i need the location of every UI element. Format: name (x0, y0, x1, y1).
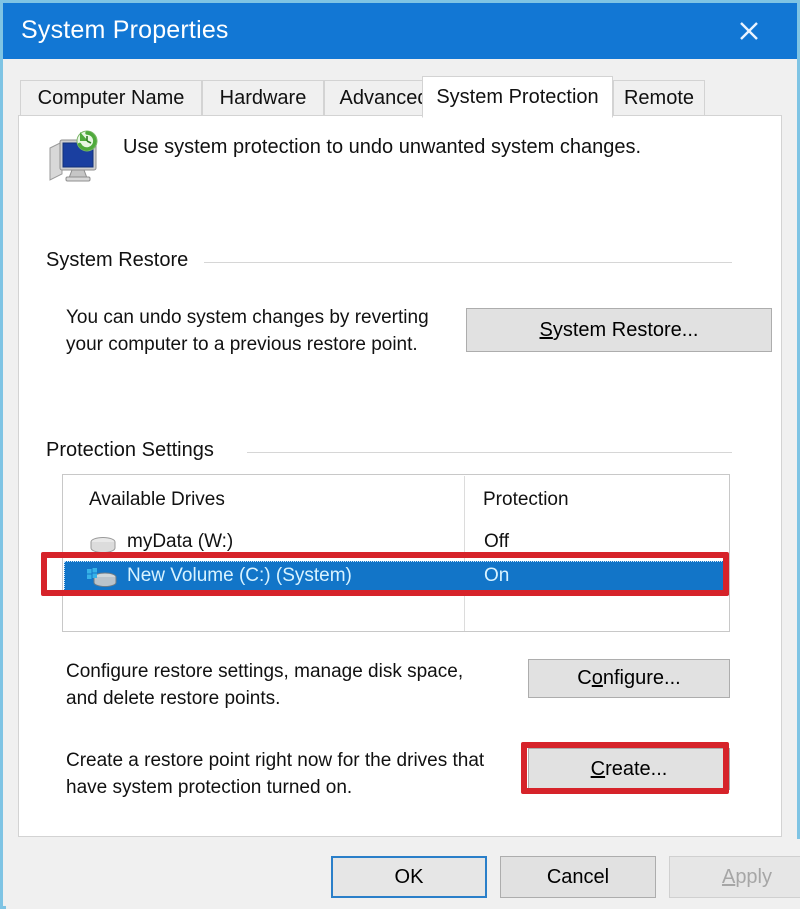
configure-description-line2: and delete restore points. (66, 688, 281, 709)
window-title: System Properties (21, 16, 229, 44)
create-button-label-rest: reate... (605, 757, 668, 780)
panel-description: Use system protection to undo unwanted s… (123, 136, 642, 158)
tab-system-protection[interactable]: System Protection (422, 76, 613, 118)
table-row-selected[interactable]: New Volume (C:) (System) On (64, 561, 729, 595)
drive-protection-status: On (484, 565, 510, 586)
drive-name: myData (W:) (127, 531, 234, 552)
group-label-protection-settings: Protection Settings (46, 439, 224, 462)
title-bar: System Properties (3, 3, 797, 59)
dialog-footer: OK Cancel Apply (6, 839, 800, 909)
configure-button-label-start: C (577, 667, 592, 689)
group-rule-protection-settings (247, 452, 732, 453)
drive-protection-status: Off (484, 531, 509, 552)
available-drives-list[interactable]: Available Drives Protection myData (W:) … (62, 474, 730, 632)
system-restore-description-line1: You can undo system changes by reverting (66, 307, 429, 328)
create-accesskey: C (590, 757, 606, 780)
configure-description-line1: Configure restore settings, manage disk … (66, 661, 464, 682)
system-restore-button[interactable]: System Restore... (466, 308, 772, 352)
cancel-button[interactable]: Cancel (500, 856, 656, 898)
column-header-protection: Protection (483, 489, 569, 510)
system-properties-dialog: System Properties Computer Name Hardware… (0, 0, 800, 909)
system-restore-description-line2: your computer to a previous restore poin… (66, 334, 418, 355)
configure-button[interactable]: Configure... (528, 659, 730, 698)
column-header-available-drives: Available Drives (89, 489, 225, 510)
tab-strip: Computer Name Hardware Advanced System P… (18, 76, 782, 118)
system-restore-button-label-rest: ystem Restore... (552, 318, 699, 341)
system-protection-icon (44, 128, 104, 186)
apply-accesskey: A (721, 865, 736, 888)
configure-button-label-rest: nfigure... (602, 667, 681, 689)
group-rule-system-restore (204, 262, 732, 263)
table-row[interactable]: myData (W:) Off (64, 527, 729, 561)
drive-name: New Volume (C:) (System) (127, 565, 352, 586)
group-label-system-restore: System Restore (46, 249, 199, 272)
apply-button-label-rest: pply (735, 865, 773, 888)
create-button[interactable]: Create... (528, 748, 730, 790)
drive-icon (86, 533, 120, 557)
system-drive-icon (86, 567, 120, 591)
apply-button: Apply (669, 856, 800, 898)
ok-button[interactable]: OK (331, 856, 487, 898)
system-restore-accesskey: S (539, 318, 553, 341)
configure-accesskey: o (591, 667, 603, 689)
tab-hardware[interactable]: Hardware (202, 80, 324, 116)
tab-computer-name[interactable]: Computer Name (20, 80, 202, 116)
tab-remote[interactable]: Remote (613, 80, 705, 116)
tab-content-panel: Use system protection to undo unwanted s… (18, 115, 782, 837)
close-icon[interactable] (729, 11, 769, 51)
create-description-line2: have system protection turned on. (66, 777, 353, 798)
create-description-line1: Create a restore point right now for the… (66, 750, 485, 771)
